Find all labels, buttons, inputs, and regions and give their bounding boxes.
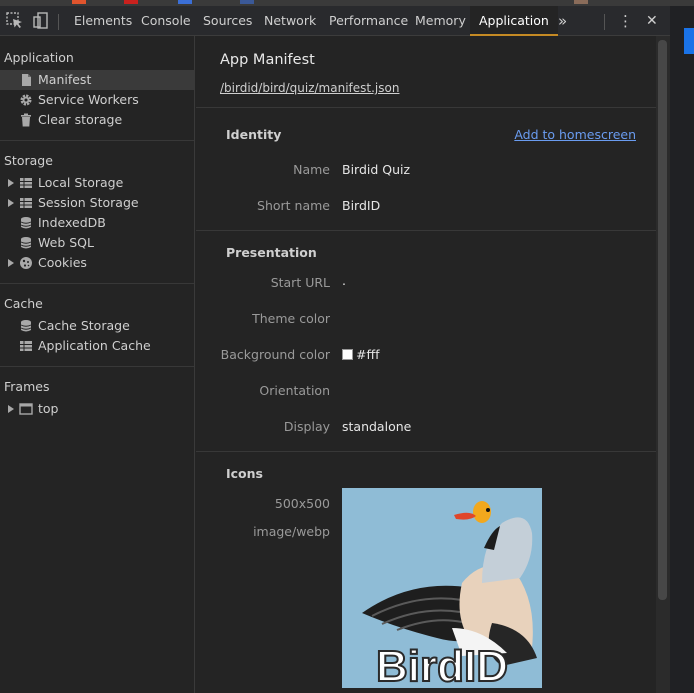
more-tabs-button[interactable]: » — [549, 6, 576, 36]
sidebar-section-application: Application — [4, 50, 74, 65]
device-toolbar-icon[interactable] — [30, 11, 50, 31]
scrollbar-thumb[interactable] — [658, 40, 667, 600]
sidebar-separator — [0, 366, 194, 367]
page-badge — [684, 28, 694, 54]
sidebar-separator — [0, 140, 194, 141]
tab-memory[interactable]: Memory — [406, 6, 475, 36]
orientation-label: Orientation — [259, 383, 330, 398]
sidebar-item-clear-storage[interactable]: Clear storage — [0, 110, 194, 130]
document-icon — [19, 73, 33, 87]
page-edge — [670, 6, 694, 693]
short-name-label: Short name — [257, 198, 330, 213]
sidebar-item-label: Clear storage — [38, 112, 123, 127]
toolbar-divider — [58, 14, 59, 30]
grid-icon — [19, 176, 33, 190]
database-icon — [19, 236, 33, 250]
icon-logo-text: BirdID — [376, 642, 508, 688]
manifest-url-link[interactable]: /birdid/bird/quiz/manifest.json — [220, 81, 399, 95]
database-icon — [19, 319, 33, 333]
sidebar-item-cookies[interactable]: Cookies — [0, 253, 194, 273]
grid-icon — [19, 339, 33, 353]
tab-elements[interactable]: Elements — [65, 6, 141, 36]
sidebar-section-cache: Cache — [4, 296, 43, 311]
tab-performance[interactable]: Performance — [320, 6, 417, 36]
short-name-value: BirdID — [342, 198, 381, 213]
tab-network[interactable]: Network — [255, 6, 325, 36]
expand-arrow-icon[interactable] — [8, 179, 14, 187]
section-separator — [196, 451, 656, 452]
tab-console[interactable]: Console — [132, 6, 200, 36]
display-label: Display — [283, 419, 330, 434]
sidebar-item-application-cache[interactable]: Application Cache — [0, 336, 194, 356]
background-color-label: Background color — [220, 347, 330, 362]
tab-sources[interactable]: Sources — [194, 6, 261, 36]
background-color-value: #fff — [342, 347, 380, 362]
grid-icon — [19, 196, 33, 210]
section-separator — [196, 230, 656, 231]
sidebar-item-service-workers[interactable]: Service Workers — [0, 90, 194, 110]
manifest-icon-image: BirdID — [342, 488, 542, 688]
sidebar-separator — [0, 283, 194, 284]
sidebar-item-session-storage[interactable]: Session Storage — [0, 193, 194, 213]
sidebar-item-label: Local Storage — [38, 175, 124, 190]
sidebar-item-label: Session Storage — [38, 195, 139, 210]
expand-arrow-icon[interactable] — [8, 199, 14, 207]
sidebar-item-label: IndexedDB — [38, 215, 106, 230]
database-icon — [19, 216, 33, 230]
tab-application[interactable]: Application — [470, 6, 558, 36]
devtools-tab-bar: Elements Console Sources Network Perform… — [0, 6, 670, 36]
expand-arrow-icon[interactable] — [8, 259, 14, 267]
sidebar-item-label: top — [38, 401, 59, 416]
sidebar-item-cache-storage[interactable]: Cache Storage — [0, 316, 194, 336]
sidebar-item-label: Cookies — [38, 255, 87, 270]
sidebar-item-local-storage[interactable]: Local Storage — [0, 173, 194, 193]
start-url-value: . — [342, 273, 346, 288]
close-icon[interactable]: ✕ — [642, 6, 662, 36]
icon-size-label: 500x500 — [274, 496, 330, 511]
name-value: Birdid Quiz — [342, 162, 411, 177]
manifest-panel: App Manifest /birdid/bird/quiz/manifest.… — [196, 36, 656, 693]
sidebar-item-web-sql[interactable]: Web SQL — [0, 233, 194, 253]
presentation-section-title: Presentation — [226, 245, 317, 260]
sidebar-item-frame-top[interactable]: top — [0, 399, 194, 419]
add-to-homescreen-link[interactable]: Add to homescreen — [514, 127, 636, 142]
sidebar-item-manifest[interactable]: Manifest — [0, 70, 194, 90]
sidebar-item-label: Application Cache — [38, 338, 151, 353]
page-title: App Manifest — [220, 52, 315, 68]
cookie-icon — [19, 256, 33, 270]
icon-type-label: image/webp — [253, 524, 330, 539]
panel-scrollbar[interactable] — [656, 36, 670, 693]
sidebar-item-label: Cache Storage — [38, 318, 130, 333]
sidebar-item-indexeddb[interactable]: IndexedDB — [0, 213, 194, 233]
identity-section-title: Identity — [226, 127, 282, 142]
sidebar-section-frames: Frames — [4, 379, 50, 394]
start-url-label: Start URL — [270, 275, 330, 290]
name-label: Name — [293, 162, 330, 177]
sidebar-section-storage: Storage — [4, 153, 53, 168]
background-color-text: #fff — [356, 347, 380, 362]
sidebar-item-label: Service Workers — [38, 92, 139, 107]
kebab-menu-icon[interactable]: ⋮ — [614, 6, 637, 36]
frame-icon — [19, 402, 33, 416]
gear-icon — [19, 93, 33, 107]
trash-icon — [19, 113, 33, 127]
toolbar-divider — [604, 14, 605, 30]
icons-section-title: Icons — [226, 466, 263, 481]
expand-arrow-icon[interactable] — [8, 405, 14, 413]
inspect-element-icon[interactable] — [5, 11, 25, 31]
color-swatch — [342, 349, 353, 360]
display-value: standalone — [342, 419, 412, 434]
sidebar-item-label: Web SQL — [38, 235, 94, 250]
sidebar-item-label: Manifest — [38, 72, 92, 87]
theme-color-label: Theme color — [252, 311, 330, 326]
section-separator — [196, 107, 656, 108]
application-sidebar: Application Manifest Service Workers Cle… — [0, 36, 195, 693]
